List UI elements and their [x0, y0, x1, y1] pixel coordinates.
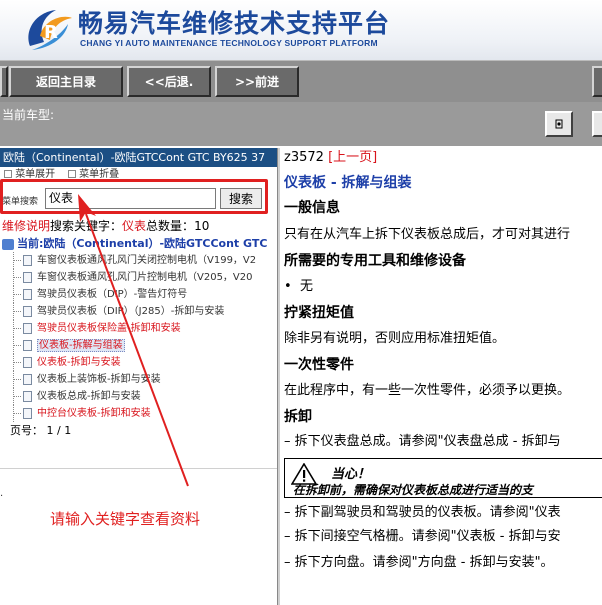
document-icon: [23, 289, 32, 300]
home-button[interactable]: 返回主目录: [9, 66, 123, 97]
tree-item[interactable]: 车窗仪表板通风孔风门关闭控制电机（V199，V2: [9, 252, 277, 269]
car-type-label: 当前车型:: [2, 108, 55, 122]
toolbar: 返回主目录 <<后退. >>前进: [0, 60, 602, 102]
search-result-summary: 维修说明搜索关键字：仪表总数量：10: [0, 217, 277, 235]
document-icon: [23, 357, 32, 368]
tree-item[interactable]: 驾驶员仪表板（DIP）-警告灯符号: [9, 286, 277, 303]
doc-id: z3572: [284, 150, 324, 165]
section-disposable: 一次性零件: [284, 357, 354, 373]
logo-icon: R: [28, 10, 72, 50]
document-icon: [23, 340, 32, 351]
tree-item[interactable]: 车窗仪表板通风孔风门片控制电机（V205，V20: [9, 269, 277, 286]
section-torque: 拧紧扭矩值: [284, 305, 354, 321]
left-divider: [0, 468, 277, 469]
doc-id-line: z3572 [上一页]: [284, 148, 602, 170]
panel-toggle-icon[interactable]: [592, 111, 602, 137]
repair-note-link[interactable]: 维修说明: [2, 219, 50, 233]
back-button[interactable]: <<后退.: [127, 66, 211, 97]
toolbar-edge-right[interactable]: [592, 66, 602, 97]
pager-label: 页号：: [10, 424, 43, 437]
tree-item[interactable]: 仪表板总成-拆卸与安装: [9, 388, 277, 405]
document-icon: [23, 306, 32, 317]
total-label: 总数量：: [146, 219, 195, 233]
section-removal: 拆卸: [284, 409, 312, 425]
document-icon: [23, 255, 32, 266]
doc-title: 仪表板 - 拆解与组装: [284, 175, 412, 191]
forward-button[interactable]: >>前进: [215, 66, 299, 97]
menu-collapse-checkbox[interactable]: [67, 170, 76, 178]
removal-step-3: – 拆下间接空气格栅。请参阅"仪表板 - 拆卸与安: [284, 529, 561, 544]
menu-expand-label[interactable]: 菜单展开: [15, 169, 55, 180]
tree-item[interactable]: 驾驶员仪表板（DIP）（J285）-拆卸与安装: [9, 303, 277, 320]
document-content: z3572 [上一页] 仪表板 - 拆解与组装 一般信息 只有在从汽车上拆下仪表…: [281, 148, 602, 605]
app-header: R 畅易汽车维修技术支持平台 CHANG YI AUTO MAINTENANCE…: [0, 0, 602, 60]
removal-step-1: – 拆下仪表盘总成。请参阅"仪表盘总成 - 拆卸与: [284, 434, 561, 449]
left-panel-title: 欧陆（Continental）-欧陆GTCCont GTC BY625 37: [0, 148, 277, 167]
bullet-icon: •: [284, 279, 300, 294]
svg-text:R: R: [44, 22, 58, 43]
panel-splitter[interactable]: [277, 148, 280, 605]
car-type-bar: 当前车型:: [0, 102, 602, 146]
left-panel: 欧陆（Continental）-欧陆GTCCont GTC BY625 37 菜…: [0, 148, 277, 605]
caution-title: 当心！: [331, 467, 371, 482]
pager: 页号： 1 / 1: [0, 422, 277, 440]
keyword-label: 搜索关键字：: [50, 219, 123, 233]
caution-box: 当心！ 在拆卸前，需确保对仪表板总成进行适当的支: [284, 458, 602, 498]
result-tree: 车窗仪表板通风孔风门关闭控制电机（V199，V2 车窗仪表板通风孔风门片控制电机…: [9, 252, 277, 422]
computer-icon: [2, 238, 14, 250]
tree-root[interactable]: 当前:欧陆（Continental）-欧陆GTCCont GTC: [0, 235, 277, 252]
brand-title: 畅易汽车维修技术支持平台: [78, 9, 391, 38]
tree-item-selected[interactable]: 仪表板-拆解与组装: [9, 337, 277, 354]
hint-text: 请输入关键字查看资料: [50, 510, 201, 528]
general-text: 只有在从汽车上拆下仪表板总成后，才可对其进行: [284, 227, 571, 242]
pager-value[interactable]: 1 / 1: [47, 424, 72, 437]
search-label: 菜单搜索: [2, 197, 39, 207]
caution-text: 在拆卸前，需确保对仪表板总成进行适当的支: [293, 483, 534, 497]
removal-step-4: – 拆下方向盘。请参阅"方向盘 - 拆卸与安装"。: [284, 555, 554, 570]
tree-item[interactable]: 驾驶员仪表板保险盖-拆卸和安装: [9, 320, 277, 337]
tools-bullet: • 无: [284, 279, 313, 294]
removal-step-2: – 拆下副驾驶员和驾驶员的仪表板。请参阅"仪表: [284, 505, 561, 520]
section-tools: 所需要的专用工具和维修设备: [284, 253, 466, 269]
menu-expand-checkbox[interactable]: [4, 170, 12, 178]
section-general: 一般信息: [284, 200, 340, 216]
document-icon: [23, 408, 32, 419]
search-row: 菜单搜索 仪表 搜索: [0, 183, 277, 217]
tree-item[interactable]: 中控台仪表板-拆卸和安装: [9, 405, 277, 422]
prev-page-link[interactable]: [上一页]: [328, 150, 377, 165]
brand-subtitle: CHANG YI AUTO MAINTENANCE TECHNOLOGY SUP…: [80, 38, 378, 48]
document-icon: [23, 391, 32, 402]
pin-icon[interactable]: [545, 111, 573, 137]
tree-item[interactable]: 仪表板上装饰板-拆卸与安装: [9, 371, 277, 388]
search-input[interactable]: 仪表: [45, 188, 216, 209]
torque-text: 除非另有说明，否则应用标准扭矩值。: [284, 331, 506, 346]
menu-options: 菜单展开 菜单折叠: [0, 167, 277, 183]
document-icon: [23, 374, 32, 385]
document-icon: [23, 323, 32, 334]
tree-root-label: 当前:欧陆（Continental）-欧陆GTCCont GTC: [17, 237, 268, 250]
disposable-text: 在此程序中，有一些一次性零件，必须予以更换。: [284, 383, 571, 398]
tree-item[interactable]: 仪表板-拆卸与安装: [9, 354, 277, 371]
scroll-marker: .: [0, 488, 4, 499]
document-icon: [23, 272, 32, 283]
keyword-value: 仪表: [122, 219, 147, 233]
toolbar-edge-left: [0, 66, 8, 97]
menu-collapse-label[interactable]: 菜单折叠: [79, 169, 119, 180]
total-value: 10: [194, 219, 210, 233]
search-button[interactable]: 搜索: [220, 188, 262, 209]
